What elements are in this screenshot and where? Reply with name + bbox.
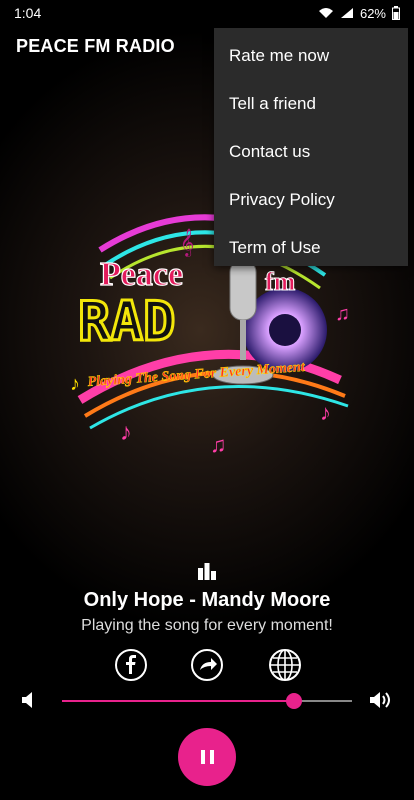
svg-text:♫: ♫	[335, 303, 350, 325]
svg-text:𝄞: 𝄞	[180, 229, 194, 257]
status-bar: 1:04 62%	[0, 0, 414, 26]
volume-slider[interactable]	[62, 693, 352, 709]
volume-down-icon[interactable]	[20, 690, 36, 710]
svg-text:♫: ♫	[210, 432, 227, 457]
status-time: 1:04	[14, 5, 42, 21]
volume-slider-thumb[interactable]	[286, 693, 302, 709]
volume-up-icon[interactable]	[368, 689, 392, 711]
logo-word-peace: Peace	[100, 256, 183, 293]
pause-icon	[200, 750, 205, 764]
menu-item-terms[interactable]: Term of Use	[214, 224, 408, 272]
battery-percent: 62%	[359, 5, 386, 21]
signal-icon	[340, 8, 353, 18]
wifi-icon	[318, 8, 333, 18]
svg-text:♪: ♪	[320, 400, 331, 425]
app-title: PEACE FM RADIO	[16, 36, 175, 56]
globe-icon	[269, 649, 301, 681]
logo-word-rad: RAD	[78, 290, 176, 353]
logo-tagline: Playing The Song For Every Moment	[87, 360, 306, 390]
menu-item-rate[interactable]: Rate me now	[214, 32, 408, 80]
menu-item-privacy[interactable]: Privacy Policy	[214, 176, 408, 224]
svg-text:♪: ♪	[70, 373, 80, 395]
battery-icon	[392, 6, 400, 20]
pause-button[interactable]	[178, 728, 236, 786]
song-title: Only Hope - Mandy Moore	[83, 589, 331, 611]
website-button[interactable]	[268, 648, 302, 682]
facebook-button[interactable]	[114, 648, 148, 682]
volume-slider-fill	[62, 700, 294, 702]
overflow-menu: Rate me now Tell a friend Contact us Pri…	[214, 28, 408, 266]
song-subtitle: Playing the song for every moment!	[81, 617, 333, 634]
status-icons: 62%	[318, 6, 400, 21]
facebook-icon	[115, 649, 147, 681]
menu-item-contact[interactable]: Contact us	[214, 128, 408, 176]
svg-text:♪: ♪	[120, 419, 132, 446]
share-icon	[191, 649, 223, 681]
menu-item-tell-friend[interactable]: Tell a friend	[214, 80, 408, 128]
equalizer-icon	[198, 563, 216, 580]
share-button[interactable]	[190, 648, 224, 682]
